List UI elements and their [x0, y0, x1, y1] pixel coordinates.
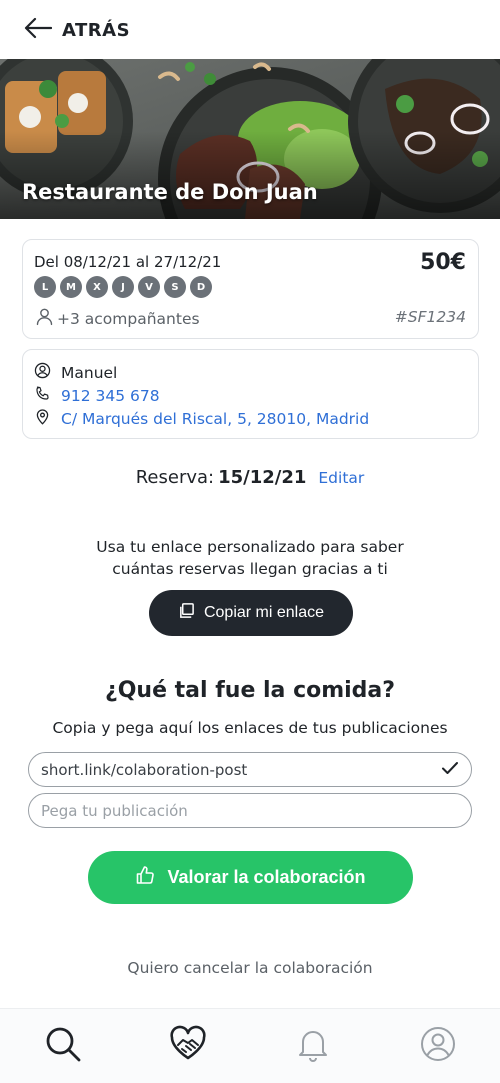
weekday-badge: V [138, 276, 160, 298]
weekday-badge: L [34, 276, 56, 298]
heart-handshake-icon [168, 1024, 208, 1068]
copy-icon [178, 602, 195, 624]
weekday-badge: S [164, 276, 186, 298]
checkmark-icon [441, 760, 459, 780]
reservation-label: Reserva: [135, 467, 215, 488]
promo-line-1: Usa tu enlace personalizado para saber [96, 538, 404, 556]
search-icon [43, 1024, 83, 1068]
booking-price: 50€ [420, 250, 466, 275]
review-title: ¿Qué tal fue la comida? [104, 678, 396, 703]
bottom-nav [0, 1008, 500, 1083]
contact-name: Manuel [61, 363, 118, 382]
companions-info: +3 acompañantes [34, 306, 200, 331]
bell-icon [293, 1024, 333, 1068]
weekday-badge: X [86, 276, 108, 298]
booking-code: #SF1234 [394, 308, 466, 326]
weekday-badges: L M X J V S D [34, 276, 212, 298]
personal-link-promo: Usa tu enlace personalizado para saber c… [0, 536, 500, 580]
restaurant-hero-image: Restaurante de Don Juan [0, 59, 500, 219]
review-subtitle: Copia y pega aquí los enlaces de tus pub… [52, 719, 448, 737]
top-bar: ATRÁS [0, 0, 500, 60]
user-icon [418, 1024, 458, 1068]
publication-link-value: short.link/colaboration-post [41, 760, 248, 779]
cancel-collaboration-link[interactable]: Quiero cancelar la colaboración [0, 959, 500, 977]
booking-dates: Del 08/12/21 al 27/12/21 [34, 253, 222, 271]
nav-search[interactable] [0, 1009, 125, 1083]
thumbs-up-icon [135, 865, 155, 890]
reservation-date: 15/12/21 [218, 467, 307, 488]
back-label: ATRÁS [62, 19, 131, 41]
reservation-line: Reserva: 15/12/21 Editar [0, 467, 500, 488]
weekday-badge: J [112, 276, 134, 298]
publication-input[interactable] [41, 801, 459, 820]
nav-profile[interactable] [375, 1009, 500, 1083]
person-icon [34, 306, 55, 331]
rate-collaboration-button[interactable]: Valorar la colaboración [88, 851, 413, 904]
booking-card: Del 08/12/21 al 27/12/21 50€ L M X J V S… [22, 239, 479, 339]
contact-name-row: Manuel [34, 362, 117, 383]
restaurant-name: Restaurante de Don Juan [22, 180, 318, 204]
contact-phone-link[interactable]: 912 345 678 [61, 387, 160, 405]
publication-input-field[interactable] [28, 793, 472, 828]
contact-phone-row[interactable]: 912 345 678 [34, 385, 160, 406]
contact-address-link[interactable]: C/ Marqués del Riscal, 5, 28010, Madrid [61, 410, 369, 428]
companions-count: +3 acompañantes [57, 309, 200, 328]
nav-collaborations[interactable] [125, 1009, 250, 1083]
user-circle-icon [34, 362, 51, 383]
nav-notifications[interactable] [250, 1009, 375, 1083]
weekday-badge: M [60, 276, 82, 298]
edit-reservation-link[interactable]: Editar [318, 469, 364, 487]
phone-icon [34, 385, 51, 406]
map-pin-icon [34, 408, 51, 429]
contact-address-row[interactable]: C/ Marqués del Riscal, 5, 28010, Madrid [34, 408, 369, 429]
copy-link-label: Copiar mi enlace [203, 604, 325, 621]
publication-link-field[interactable]: short.link/colaboration-post [28, 752, 472, 787]
weekday-badge: D [190, 276, 212, 298]
contact-card: Manuel 912 345 678 C/ Marqués del Riscal… [22, 349, 479, 439]
back-button[interactable]: ATRÁS [24, 17, 130, 43]
promo-line-2: cuántas reservas llegan gracias a ti [112, 560, 388, 578]
arrow-left-icon [24, 17, 53, 43]
rate-collaboration-label: Valorar la colaboración [167, 867, 366, 887]
copy-link-button[interactable]: Copiar mi enlace [149, 590, 353, 636]
